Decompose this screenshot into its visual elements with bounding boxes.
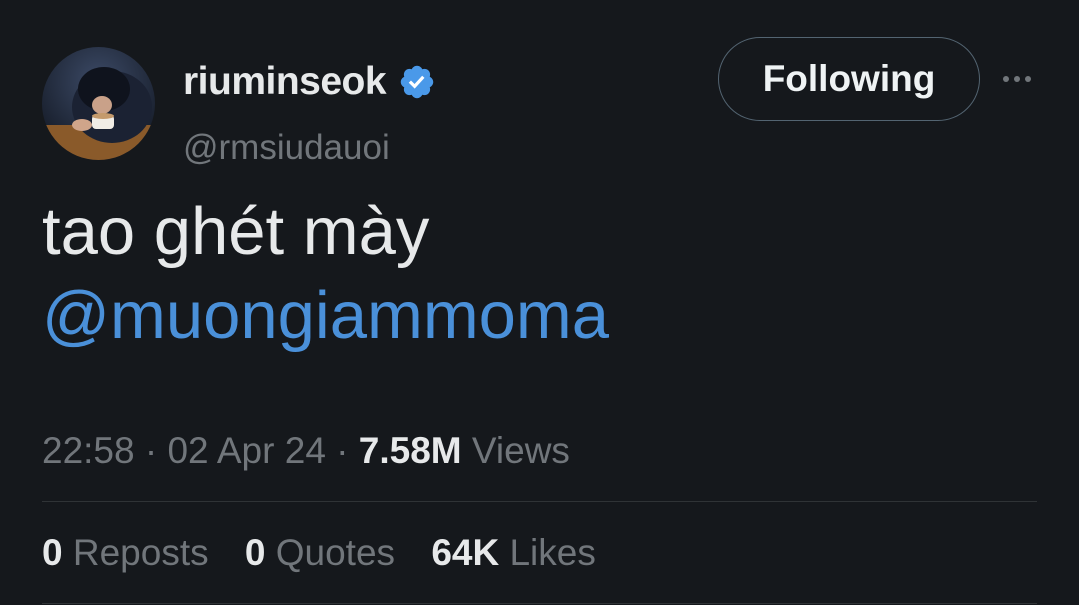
views-count: 7.58M xyxy=(358,430,462,471)
meta-separator: · xyxy=(144,430,158,471)
verified-badge-icon xyxy=(400,65,434,99)
likes-count: 64K xyxy=(431,532,500,573)
meta-separator: · xyxy=(336,430,349,471)
quotes-stat[interactable]: 0 Quotes xyxy=(245,532,395,573)
reposts-label: Reposts xyxy=(72,532,209,573)
tweet-meta: 22:58 · 02 Apr 24 · 7.58M Views xyxy=(42,430,570,472)
reposts-count: 0 xyxy=(42,532,63,573)
display-name[interactable]: riuminseok xyxy=(183,60,387,104)
following-button[interactable]: Following xyxy=(718,37,980,121)
tweet-card: riuminseok @rmsiudauoi Following tao ghé… xyxy=(0,0,1079,605)
likes-label: Likes xyxy=(509,532,596,573)
views-label: Views xyxy=(471,430,570,471)
tweet-body: tao ghét mày xyxy=(42,194,430,269)
more-options-button[interactable] xyxy=(1000,62,1034,96)
quotes-label: Quotes xyxy=(275,532,396,573)
tweet-text: tao ghét mày @muongiammoma xyxy=(42,190,1042,358)
reposts-stat[interactable]: 0 Reposts xyxy=(42,532,209,573)
more-horizontal-icon xyxy=(1003,76,1031,82)
mention-link[interactable]: @muongiammoma xyxy=(42,274,1042,358)
user-name-row: riuminseok xyxy=(183,56,436,108)
likes-stat[interactable]: 64K Likes xyxy=(431,532,596,573)
user-handle[interactable]: @rmsiudauoi xyxy=(183,128,390,168)
divider xyxy=(42,501,1037,502)
engagement-stats: 0 Reposts 0 Quotes 64K Likes xyxy=(42,532,622,574)
quotes-count: 0 xyxy=(244,532,266,573)
tweet-date[interactable]: 02 Apr 24 xyxy=(167,430,325,471)
avatar[interactable] xyxy=(42,47,155,160)
divider xyxy=(42,603,1037,604)
tweet-time[interactable]: 22:58 xyxy=(42,430,135,471)
